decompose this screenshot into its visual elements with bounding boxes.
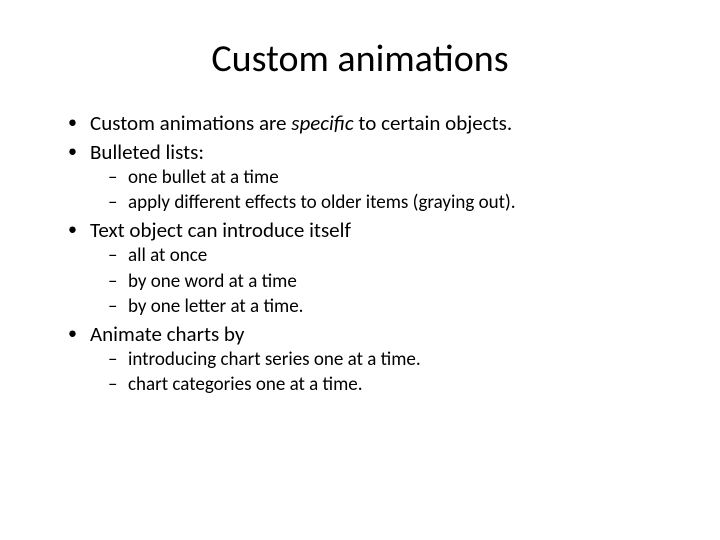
bullet-text: introducing chart series one at a time.: [128, 348, 421, 371]
list-item: Animate charts by introducing chart seri…: [68, 321, 672, 398]
slide-title: Custom animations: [48, 36, 672, 82]
bullet-text: to certain objects.: [354, 110, 513, 136]
list-item: chart categories one at a time.: [108, 373, 672, 397]
list-item: one bullet at a time: [108, 166, 672, 190]
bullet-text: all at once: [128, 244, 207, 267]
bullet-text: by one word at a time: [128, 270, 297, 293]
bullet-text: Custom animations are: [90, 110, 291, 136]
list-item: apply different effects to older items (…: [108, 191, 672, 215]
bullet-text: Animate charts by: [90, 321, 244, 347]
bullet-text: apply different effects to older items (…: [128, 191, 516, 214]
bullet-list-level2: introducing chart series one at a time. …: [90, 348, 672, 398]
bullet-text: Text object can introduce itself: [90, 217, 351, 243]
list-item: Text object can introduce itself all at …: [68, 217, 672, 319]
slide-body: Custom animations are specific to certai…: [48, 110, 672, 398]
list-item: all at once: [108, 244, 672, 268]
list-item: Bulleted lists: one bullet at a time app…: [68, 139, 672, 216]
list-item: by one word at a time: [108, 270, 672, 294]
bullet-list-level2: all at once by one word at a time by one…: [90, 244, 672, 319]
bullet-text: chart categories one at a time.: [128, 373, 363, 396]
bullet-text-emphasis: specific: [291, 110, 353, 136]
list-item: Custom animations are specific to certai…: [68, 110, 672, 137]
bullet-text: by one letter at a time.: [128, 295, 303, 318]
bullet-text: one bullet at a time: [128, 166, 279, 189]
bullet-list-level1: Custom animations are specific to certai…: [48, 110, 672, 398]
list-item: introducing chart series one at a time.: [108, 348, 672, 372]
bullet-text: Bulleted lists:: [90, 139, 204, 165]
bullet-list-level2: one bullet at a time apply different eff…: [90, 166, 672, 216]
list-item: by one letter at a time.: [108, 295, 672, 319]
